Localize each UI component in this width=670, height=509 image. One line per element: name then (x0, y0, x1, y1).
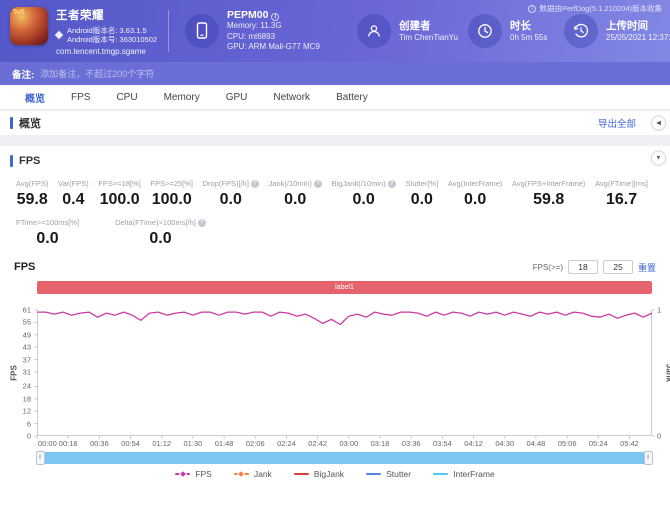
overview-title: 概览 (19, 115, 41, 131)
device-memory: Memory: 11.3G (227, 21, 320, 32)
help-icon[interactable]: ? (198, 219, 206, 227)
legend-fps[interactable]: FPS (175, 469, 212, 479)
upload-time-block: 上传时间 25/05/2021 12:37:46 (564, 14, 670, 48)
tab-network[interactable]: Network (260, 92, 323, 103)
app-info-block: 5v5 王者荣耀 Android版本名: 3.63.1.5 Android版本号… (10, 7, 160, 56)
legend-jank-swatch (234, 473, 249, 475)
scrollbar-right-handle[interactable]: ‖ (644, 451, 653, 465)
app-title: 王者荣耀 (56, 7, 157, 23)
metric-fps-ge18: FPS>=18[%]100.0 (98, 179, 141, 209)
legend-interframe-swatch (433, 473, 448, 475)
tab-overview[interactable]: 概览 (12, 90, 58, 105)
remark-placeholder: 添加备注，不超过200个字符 (40, 67, 154, 80)
header-divider (168, 10, 169, 52)
x-axis-labels: 00:0000:1800:3600:5401:1201:3001:4802:06… (37, 436, 652, 449)
help-icon[interactable]: ? (251, 180, 259, 188)
tab-fps[interactable]: FPS (58, 92, 103, 103)
fps-metrics-row-2: FTime>=100ms[%]0.0 Delta(FTime)>100ms[/h… (0, 218, 670, 248)
info-icon: i (528, 5, 536, 13)
metric-ftime-ge100: FTime>=100ms[%]0.0 (16, 218, 79, 248)
report-header: 5v5 王者荣耀 Android版本名: 3.63.1.5 Android版本号… (0, 0, 670, 62)
creator-block: 创建者 Tim ChenTianYu (357, 14, 452, 48)
metric-drop-fps: Drop(FPS)[/h]?0.0 (203, 179, 259, 209)
person-icon (357, 14, 391, 48)
metric-fps-ge25: FPS>=25[%]100.0 (150, 179, 193, 209)
legend-stutter-swatch (366, 473, 381, 475)
scene-label-band[interactable]: label1 (37, 281, 652, 294)
legend-bigjank[interactable]: BigJank (294, 469, 344, 479)
fps-threshold-input-2[interactable] (603, 260, 633, 274)
fps-section-bar: FPS ▼ (0, 146, 670, 170)
android-version-name: Android版本名: 3.63.1.5 (67, 26, 157, 35)
nav-tabs: 概览 FPS CPU Memory GPU Network Battery (0, 85, 670, 110)
app-icon: 5v5 (10, 7, 48, 45)
fps-threshold-label: FPS(>=) (533, 263, 563, 272)
metric-avg-ftime: Avg(FTime)[ms]16.7 (595, 179, 648, 209)
device-info-block: PEPM00 i Memory: 11.3G CPU: mt6893 GPU: … (185, 9, 337, 53)
clock-icon (468, 14, 502, 48)
upload-label: 上传时间 (606, 18, 670, 33)
fps-section-title: FPS (19, 155, 40, 167)
android-version-code: Android版本号: 363010502 (67, 35, 157, 44)
remark-label: 备注: (12, 67, 34, 81)
metric-avg-interframe: Avg(InterFrame)0.0 (448, 179, 502, 209)
fps-card: FPS ▼ Avg(FPS)59.8 Var(FPS)0.4 FPS>=18[%… (0, 146, 670, 509)
device-info-icon[interactable]: i (271, 13, 279, 21)
fps-line-plot (37, 310, 652, 436)
help-icon[interactable]: ? (314, 180, 322, 188)
device-cpu: CPU: mt6893 (227, 32, 320, 43)
legend-bigjank-swatch (294, 473, 309, 475)
metric-jank: Jank(/10min)?0.0 (269, 179, 322, 209)
phone-icon (185, 14, 219, 48)
duration-block: 时长 0h 5m 55s (468, 14, 548, 48)
creator-value: Tim ChenTianYu (399, 33, 458, 44)
y-axis-right-title: Jank (664, 364, 670, 382)
legend-stutter[interactable]: Stutter (366, 469, 411, 479)
device-name: PEPM00 i (227, 9, 320, 21)
duration-label: 时长 (510, 18, 547, 33)
legend-jank[interactable]: Jank (234, 469, 272, 479)
creator-label: 创建者 (399, 18, 458, 33)
overview-section-bar: 概览 导出全部 ◀ (0, 111, 670, 135)
chart-legend: FPS Jank BigJank Stutter InterFrame (0, 469, 670, 479)
scrollbar-left-handle[interactable]: ‖ (36, 451, 45, 465)
tab-memory[interactable]: Memory (151, 92, 213, 103)
section-gap (0, 135, 670, 146)
fps-chart-header: FPS FPS(>=) 重置 (14, 260, 656, 274)
help-icon[interactable]: ? (388, 180, 396, 188)
metric-avg-fps: Avg(FPS)59.8 (16, 179, 48, 209)
collector-note: i 数据由PerfDog(5.1.210204)版本收集 (528, 3, 662, 14)
app-package: com.tencent.tmgp.sgame (56, 47, 157, 56)
export-all-link[interactable]: 导出全部 (598, 116, 636, 130)
legend-fps-swatch (175, 473, 190, 475)
version-bullet-icon (55, 30, 63, 38)
chart-range-scrollbar[interactable]: ‖ ‖ (37, 452, 652, 464)
duration-value: 0h 5m 55s (510, 33, 547, 44)
fps-threshold-controls: FPS(>=) 重置 (533, 260, 656, 274)
metric-delta-ftime: Delta(FTime)>100ms[/h]?0.0 (115, 218, 206, 248)
y-axis-left-title: FPS (9, 365, 18, 381)
tab-battery[interactable]: Battery (323, 92, 381, 103)
upload-value: 25/05/2021 12:37:46 (606, 33, 670, 44)
metric-avg-fps-interframe: Avg(FPS+InterFrame)59.8 (512, 179, 585, 209)
device-gpu: GPU: ARM Mali-G77 MC9 (227, 42, 320, 53)
collapse-left-button[interactable]: ◀ (651, 116, 666, 131)
collapse-down-button[interactable]: ▼ (651, 151, 666, 166)
fps-chart-title: FPS (14, 261, 35, 273)
legend-interframe[interactable]: InterFrame (433, 469, 495, 479)
tab-cpu[interactable]: CPU (103, 92, 150, 103)
fps-chart[interactable]: 61554943373124181260 10 00:0000:1800:360… (37, 310, 652, 436)
tab-gpu[interactable]: GPU (213, 92, 261, 103)
remark-bar[interactable]: 备注: 添加备注，不超过200个字符 (0, 62, 670, 85)
fps-threshold-input-1[interactable] (568, 260, 598, 274)
metric-var-fps: Var(FPS)0.4 (58, 179, 89, 209)
section-accent (10, 155, 13, 167)
metric-stutter: Stutter[%]0.0 (405, 179, 438, 209)
metric-bigjank: BigJank(/10min)?0.0 (332, 179, 396, 209)
reset-link[interactable]: 重置 (638, 261, 656, 274)
section-accent (10, 117, 13, 129)
history-clock-icon (564, 14, 598, 48)
fps-metrics-row-1: Avg(FPS)59.8 Var(FPS)0.4 FPS>=18[%]100.0… (0, 179, 670, 209)
